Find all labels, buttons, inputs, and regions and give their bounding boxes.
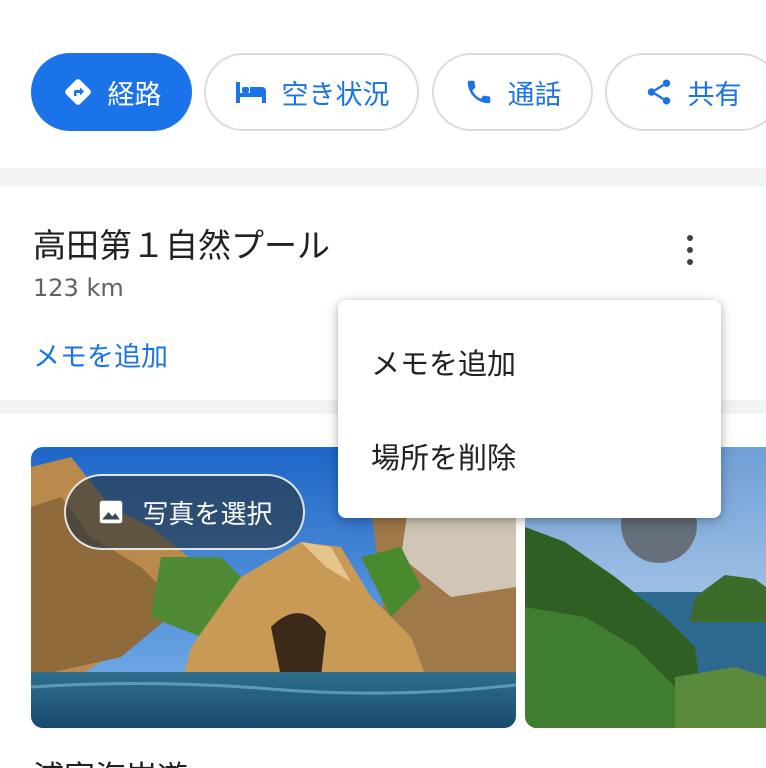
availability-button[interactable]: 空き状況 xyxy=(204,53,419,131)
select-photo-button[interactable]: 写真を選択 xyxy=(64,474,305,550)
directions-label: 経路 xyxy=(107,79,162,111)
add-note-link[interactable]: メモを追加 xyxy=(33,335,168,374)
phone-icon xyxy=(467,80,490,104)
availability-label: 空き状況 xyxy=(281,79,390,111)
overflow-menu: メモを追加 場所を削除 xyxy=(338,300,721,518)
image-icon xyxy=(100,500,123,524)
menu-item-remove-place[interactable]: 場所を削除 xyxy=(338,416,721,496)
select-photo-label: 写真を選択 xyxy=(142,499,273,530)
section-separator xyxy=(0,168,766,186)
call-button[interactable]: 通話 xyxy=(432,53,593,131)
more-options-button[interactable] xyxy=(670,228,710,272)
action-chip-row: 経路 空き状況 通話 共有 xyxy=(31,53,766,131)
call-label: 通話 xyxy=(507,79,562,111)
place-title: 高田第１自然プール xyxy=(33,226,330,265)
directions-button[interactable]: 経路 xyxy=(31,53,192,131)
next-place-title: 浦富海岸遊 xyxy=(33,752,188,768)
directions-icon xyxy=(64,79,91,105)
menu-item-add-note[interactable]: メモを追加 xyxy=(338,322,721,402)
share-button[interactable]: 共有 xyxy=(605,53,766,131)
hotel-bed-icon xyxy=(235,82,266,103)
share-icon xyxy=(647,79,670,105)
more-vert-icon xyxy=(687,235,693,241)
share-label: 共有 xyxy=(687,79,742,111)
place-distance: 123 km xyxy=(33,274,124,302)
